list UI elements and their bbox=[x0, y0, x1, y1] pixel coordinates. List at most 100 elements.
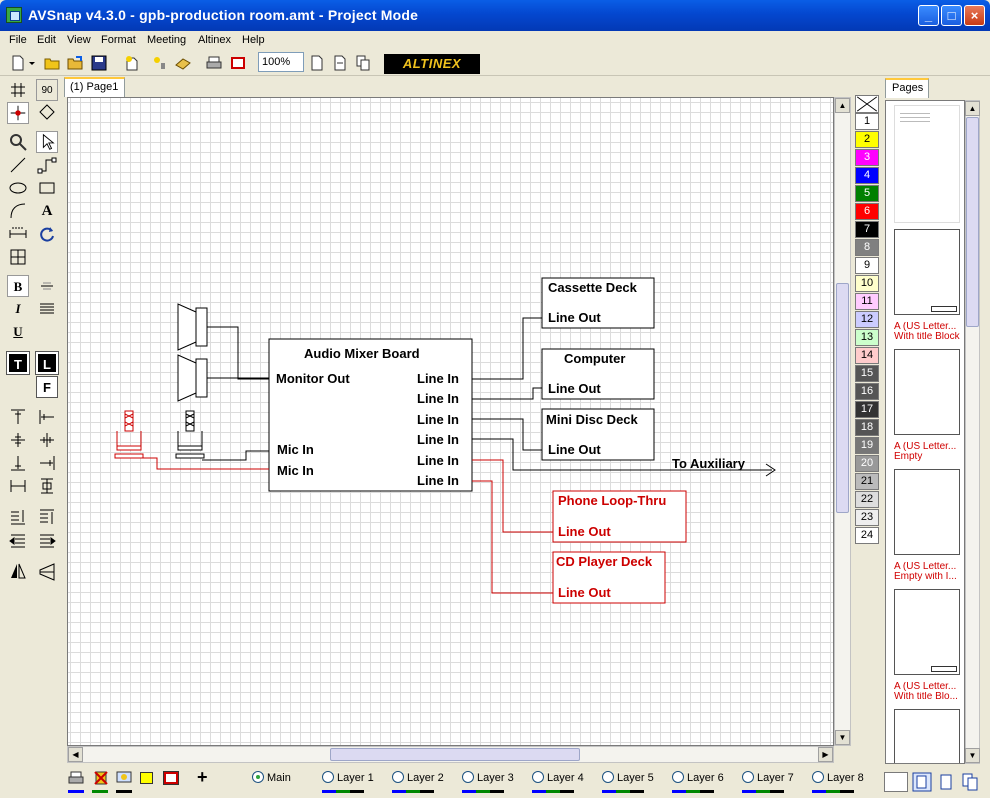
layer-color-4[interactable]: 4 bbox=[855, 167, 879, 184]
page-thumbnail-6[interactable] bbox=[894, 709, 960, 763]
align-middle-icon[interactable] bbox=[7, 429, 29, 451]
bring-front-icon[interactable] bbox=[7, 506, 29, 528]
layer-color-24[interactable]: 24 bbox=[855, 527, 879, 544]
layer-color-22[interactable]: 22 bbox=[855, 491, 879, 508]
send-backward-icon[interactable] bbox=[36, 529, 58, 551]
view-pages-icon[interactable] bbox=[960, 772, 980, 792]
align-bottom-icon[interactable] bbox=[7, 452, 29, 474]
hide-layer-icon[interactable] bbox=[93, 770, 109, 786]
add-layer-icon[interactable]: + bbox=[197, 767, 208, 788]
layer-color-1[interactable]: 1 bbox=[855, 113, 879, 130]
connector-tool-icon[interactable] bbox=[36, 154, 58, 176]
view-page-icon[interactable] bbox=[936, 772, 956, 792]
save-icon[interactable] bbox=[91, 55, 107, 71]
layer-color-11[interactable]: 11 bbox=[855, 293, 879, 310]
vertical-scrollbar[interactable]: ▲ ▼ bbox=[834, 97, 851, 746]
menu-edit[interactable]: Edit bbox=[37, 34, 56, 46]
rectangle-tool-icon[interactable] bbox=[36, 177, 58, 199]
align-text-icon[interactable] bbox=[36, 298, 58, 320]
vertical-scroll-thumb[interactable] bbox=[836, 283, 849, 513]
arc-tool-icon[interactable] bbox=[7, 200, 29, 222]
underline-button[interactable]: U bbox=[7, 321, 29, 343]
maximize-button[interactable]: □ bbox=[941, 5, 962, 26]
layer-color-7[interactable]: 7 bbox=[855, 221, 879, 238]
select-arrow-icon[interactable] bbox=[36, 131, 58, 153]
scroll-right-icon[interactable]: ▶ bbox=[818, 747, 833, 762]
new-file-icon[interactable] bbox=[10, 55, 26, 71]
page-view-icon[interactable] bbox=[309, 55, 325, 71]
horizontal-scrollbar[interactable]: ◀ ▶ bbox=[67, 746, 834, 763]
align-right-icon[interactable] bbox=[36, 452, 58, 474]
layer-2-radio[interactable]: Layer 2 bbox=[392, 771, 444, 784]
fill-color-button[interactable]: F bbox=[36, 376, 58, 398]
layer-main-radio[interactable]: Main bbox=[252, 771, 291, 784]
menu-view[interactable]: View bbox=[67, 34, 91, 46]
zoom-tool-icon[interactable] bbox=[7, 131, 29, 153]
page-thumbnail-1[interactable] bbox=[894, 105, 960, 223]
layer-6-radio[interactable]: Layer 6 bbox=[672, 771, 724, 784]
pages-scroll-thumb[interactable] bbox=[966, 117, 979, 327]
print-preview-icon[interactable] bbox=[230, 55, 246, 71]
layer-color-5[interactable]: 5 bbox=[855, 185, 879, 202]
printer-layer-icon[interactable] bbox=[68, 770, 84, 786]
snap-icon[interactable] bbox=[7, 102, 29, 124]
layer-color-20[interactable]: 20 bbox=[855, 455, 879, 472]
layer-color-18[interactable]: 18 bbox=[855, 419, 879, 436]
grid-icon[interactable] bbox=[7, 79, 29, 101]
layer-color-10[interactable]: 10 bbox=[855, 275, 879, 292]
new-dropdown-icon[interactable] bbox=[28, 55, 36, 71]
scroll-down-icon[interactable]: ▼ bbox=[835, 730, 850, 745]
menu-help[interactable]: Help bbox=[242, 34, 265, 46]
page-thumbnail-4[interactable] bbox=[894, 469, 960, 555]
page-thumbnail-3[interactable] bbox=[894, 349, 960, 435]
rotate-tool-icon[interactable] bbox=[36, 223, 58, 245]
tab-pages[interactable]: Pages bbox=[885, 78, 929, 98]
scroll-left-icon[interactable]: ◀ bbox=[68, 747, 83, 762]
drawing-canvas[interactable]: Audio Mixer Board Monitor Out Mic In Mic… bbox=[67, 97, 834, 746]
same-width-icon[interactable] bbox=[7, 475, 29, 497]
rotate-90-icon[interactable]: 90 bbox=[36, 79, 58, 101]
layer-color-12[interactable]: 12 bbox=[855, 311, 879, 328]
layer-5-radio[interactable]: Layer 5 bbox=[602, 771, 654, 784]
text-color-button[interactable]: T bbox=[6, 351, 30, 375]
table-tool-icon[interactable] bbox=[7, 246, 29, 268]
send-back-icon[interactable] bbox=[36, 506, 58, 528]
menu-file[interactable]: File bbox=[9, 34, 27, 46]
page-thumbnail-2[interactable] bbox=[894, 229, 960, 315]
line-tool-icon[interactable] bbox=[7, 154, 29, 176]
view-list-icon[interactable] bbox=[912, 772, 932, 792]
minimize-button[interactable]: _ bbox=[918, 5, 939, 26]
line-swatch-icon[interactable] bbox=[163, 771, 179, 785]
layer-color-17[interactable]: 17 bbox=[855, 401, 879, 418]
layer-color-9[interactable]: 9 bbox=[855, 257, 879, 274]
menu-meeting[interactable]: Meeting bbox=[147, 34, 186, 46]
align-top-icon[interactable] bbox=[7, 406, 29, 428]
layer-1-radio[interactable]: Layer 1 bbox=[322, 771, 374, 784]
layer-7-radio[interactable]: Layer 7 bbox=[742, 771, 794, 784]
horizontal-scroll-thumb[interactable] bbox=[330, 748, 580, 761]
pages-scrollbar[interactable]: ▲ ▼ bbox=[965, 100, 980, 764]
page-thumbnail-5[interactable] bbox=[894, 589, 960, 675]
new-page-icon[interactable] bbox=[124, 55, 140, 71]
layer-4-radio[interactable]: Layer 4 bbox=[532, 771, 584, 784]
pages-scroll-up-icon[interactable]: ▲ bbox=[965, 101, 980, 116]
layer-color-14[interactable]: 14 bbox=[855, 347, 879, 364]
open-file-icon[interactable] bbox=[67, 55, 83, 71]
microphone-red-icon[interactable] bbox=[114, 410, 144, 459]
layer-8-radio[interactable]: Layer 8 bbox=[812, 771, 864, 784]
no-layer-icon[interactable] bbox=[855, 95, 879, 113]
library-icon[interactable] bbox=[175, 55, 191, 71]
layer-color-21[interactable]: 21 bbox=[855, 473, 879, 490]
italic-button[interactable]: I bbox=[7, 298, 29, 320]
scroll-up-icon[interactable]: ▲ bbox=[835, 98, 850, 113]
close-button[interactable]: × bbox=[964, 5, 985, 26]
page-size-box[interactable] bbox=[884, 772, 908, 792]
layer-color-8[interactable]: 8 bbox=[855, 239, 879, 256]
fill-swatch-icon[interactable] bbox=[140, 772, 153, 784]
strikethrough-icon[interactable] bbox=[36, 275, 58, 297]
bold-button[interactable]: B bbox=[7, 275, 29, 297]
page-width-icon[interactable] bbox=[332, 55, 348, 71]
layer-3-radio[interactable]: Layer 3 bbox=[462, 771, 514, 784]
microphone-black-icon[interactable] bbox=[175, 410, 205, 459]
pages-scroll-down-icon[interactable]: ▼ bbox=[965, 748, 980, 763]
